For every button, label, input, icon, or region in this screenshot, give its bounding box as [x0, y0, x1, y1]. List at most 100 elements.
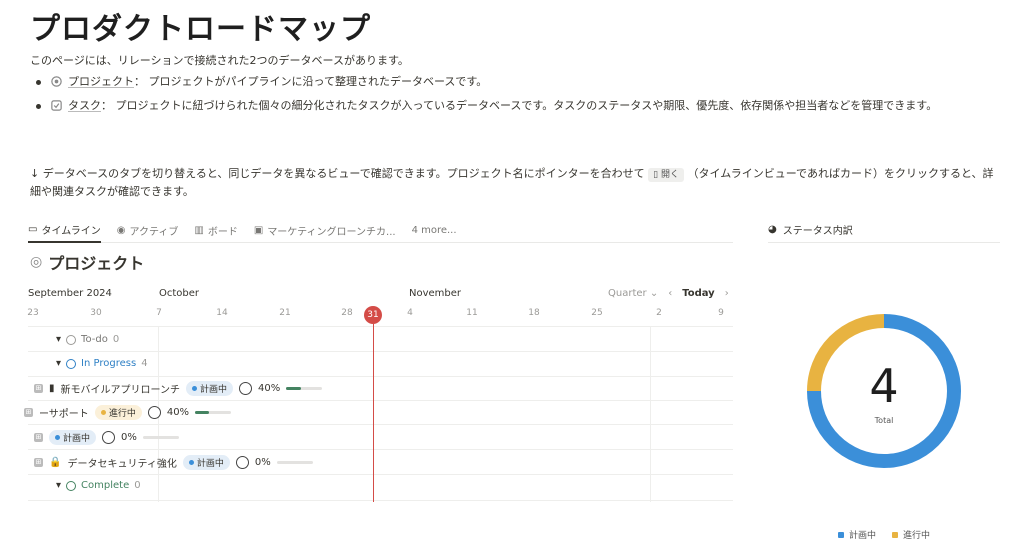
open-button-hint: ▯ 開く	[648, 168, 684, 182]
tasks-desc: ： プロジェクトに紐づけられた個々の細分化されたタスクが入っているデータベースで…	[101, 99, 938, 112]
row-divider	[28, 500, 733, 501]
day-label: 23	[27, 308, 39, 318]
calendar-icon: ▣	[253, 224, 264, 236]
caret-down-icon[interactable]: ▾	[56, 480, 61, 491]
lock-icon: 🔒	[49, 457, 62, 468]
tab-status-breakdown[interactable]: ステータス内訳	[783, 222, 853, 237]
projects-link[interactable]: プロジェクト	[68, 75, 134, 88]
note-before: ↓ データベースのタブを切り替えると、同じデータを異なるビューで確認できます。プ…	[30, 167, 645, 180]
view-tabs: ▭ タイムライン ◉ アクティブ ▥ ボード ▣ マーケティングローンチカ... 4 m…	[28, 217, 733, 243]
group-in-progress[interactable]: ▾ In Progress 4	[56, 358, 148, 369]
today-line	[373, 324, 374, 502]
tab-marketing-calendar[interactable]: ▣ マーケティングローンチカ...	[254, 217, 396, 243]
status-dot	[100, 410, 106, 415]
tab-timeline[interactable]: ▭ タイムライン	[28, 217, 101, 243]
tab-board[interactable]: ▥ ボード	[194, 217, 237, 243]
group-count: 4	[141, 358, 148, 369]
projects-icon: ◎	[30, 254, 43, 270]
chevron-left-icon[interactable]: ‹	[668, 288, 672, 299]
day-label: 28	[341, 308, 353, 318]
status-badge: 進行中	[94, 405, 142, 420]
project-name: データセキュリティ強化	[67, 459, 177, 470]
tab-active[interactable]: ◉ アクティブ	[117, 217, 179, 243]
page-title: プロダクトロードマップ	[30, 12, 371, 47]
month-label: October	[159, 288, 200, 299]
tab-more[interactable]: 4 more...	[412, 217, 457, 243]
project-card[interactable]: ⊞ ーサポート 進行中 40%	[24, 405, 232, 420]
zoom-select[interactable]: Quarter ⌄	[608, 288, 658, 299]
progress-bar	[195, 411, 232, 414]
today-marker: 31	[364, 306, 382, 324]
drag-handle-icon[interactable]: ⊞	[24, 408, 33, 417]
caret-down-icon[interactable]: ▾	[56, 334, 61, 345]
tab-label: タイムライン	[41, 225, 101, 237]
timeline-controls: Quarter ⌄ ‹ Today ›	[608, 288, 729, 299]
legend-item[interactable]: 計画中	[838, 528, 876, 541]
project-name: 新モバイルアプリローンチ	[60, 385, 181, 396]
row-divider	[28, 474, 733, 475]
status-text: 計画中	[196, 459, 224, 469]
progress-text: 40%	[258, 383, 281, 394]
chevron-down-icon: ⌄	[649, 288, 659, 299]
project-card[interactable]: ⊞ ▮ 新モバイルアプリローンチ 計画中 40%	[34, 381, 323, 396]
timeline-view: September 2024 October November Quarter …	[24, 280, 733, 502]
caret-down-icon[interactable]: ▾	[56, 358, 61, 369]
legend-item[interactable]: 進行中	[892, 528, 930, 541]
day-label: 7	[156, 308, 162, 318]
status-dot	[55, 435, 60, 440]
database-title-text[interactable]: プロジェクト	[48, 250, 144, 274]
avatar	[147, 406, 161, 419]
drag-handle-icon[interactable]: ⊞	[34, 433, 43, 442]
projects-icon	[51, 76, 62, 87]
drag-handle-icon[interactable]: ⊞	[34, 458, 43, 467]
board-icon: ▥	[194, 224, 204, 236]
progress-bar	[286, 387, 323, 390]
group-complete[interactable]: ▾ Complete 0	[56, 480, 141, 491]
project-card[interactable]: ⊞ 計画中 0%	[34, 430, 179, 445]
row-divider	[28, 376, 733, 377]
intro-text: このページには、リレーションで接続された2つのデータベースがあります。	[30, 54, 409, 67]
donut-center-value: 4	[869, 359, 898, 413]
status-text: 計画中	[63, 434, 91, 444]
status-dot	[188, 460, 194, 465]
phone-icon: ▮	[49, 383, 55, 394]
pie-chart-icon: ◕	[768, 224, 777, 235]
bullet-tasks: タスク： プロジェクトに紐づけられた個々の細分化されたタスクが入っているデータベ…	[36, 97, 986, 115]
group-name: In Progress	[81, 358, 137, 369]
today-button[interactable]: Today	[682, 288, 714, 299]
group-count: 0	[134, 480, 141, 491]
project-card[interactable]: ⊞ 🔒 データセキュリティ強化 計画中 0%	[34, 455, 313, 470]
quarter-label: Quarter	[608, 288, 647, 299]
avatar	[235, 456, 249, 469]
tab-label: 4 more...	[411, 224, 457, 236]
progress-bar	[276, 461, 313, 464]
month-divider	[650, 326, 651, 502]
status-text: 計画中	[200, 385, 228, 395]
progress-bar	[142, 436, 179, 439]
status-donut-chart: 4 Total	[807, 314, 961, 468]
status-badge: 計画中	[182, 455, 230, 470]
day-label: 30	[90, 308, 102, 318]
bullet-dot	[36, 104, 41, 109]
status-circle-icon	[66, 334, 77, 345]
tab-label: アクティブ	[129, 226, 179, 238]
tasks-link[interactable]: タスク	[68, 99, 101, 112]
day-label: 18	[528, 308, 540, 318]
drag-handle-icon[interactable]: ⊞	[34, 384, 43, 393]
day-label: 11	[466, 308, 478, 318]
instruction-note: ↓ データベースのタブを切り替えると、同じデータを異なるビューで確認できます。プ…	[30, 165, 1000, 201]
day-label: 9	[718, 308, 724, 318]
month-label: November	[409, 288, 462, 299]
group-name: Complete	[81, 480, 130, 491]
project-name: ーサポート	[39, 409, 89, 420]
legend-label: 計画中	[849, 531, 877, 541]
group-todo[interactable]: ▾ To-do 0	[56, 334, 119, 345]
day-label: 21	[279, 308, 291, 318]
day-label: 14	[216, 308, 228, 318]
avatar	[239, 382, 253, 395]
row-divider	[28, 351, 733, 352]
database-title: ◎ プロジェクト	[30, 250, 144, 274]
chevron-right-icon[interactable]: ›	[725, 288, 729, 299]
month-label: September 2024	[28, 288, 112, 299]
tasks-icon	[51, 100, 62, 111]
